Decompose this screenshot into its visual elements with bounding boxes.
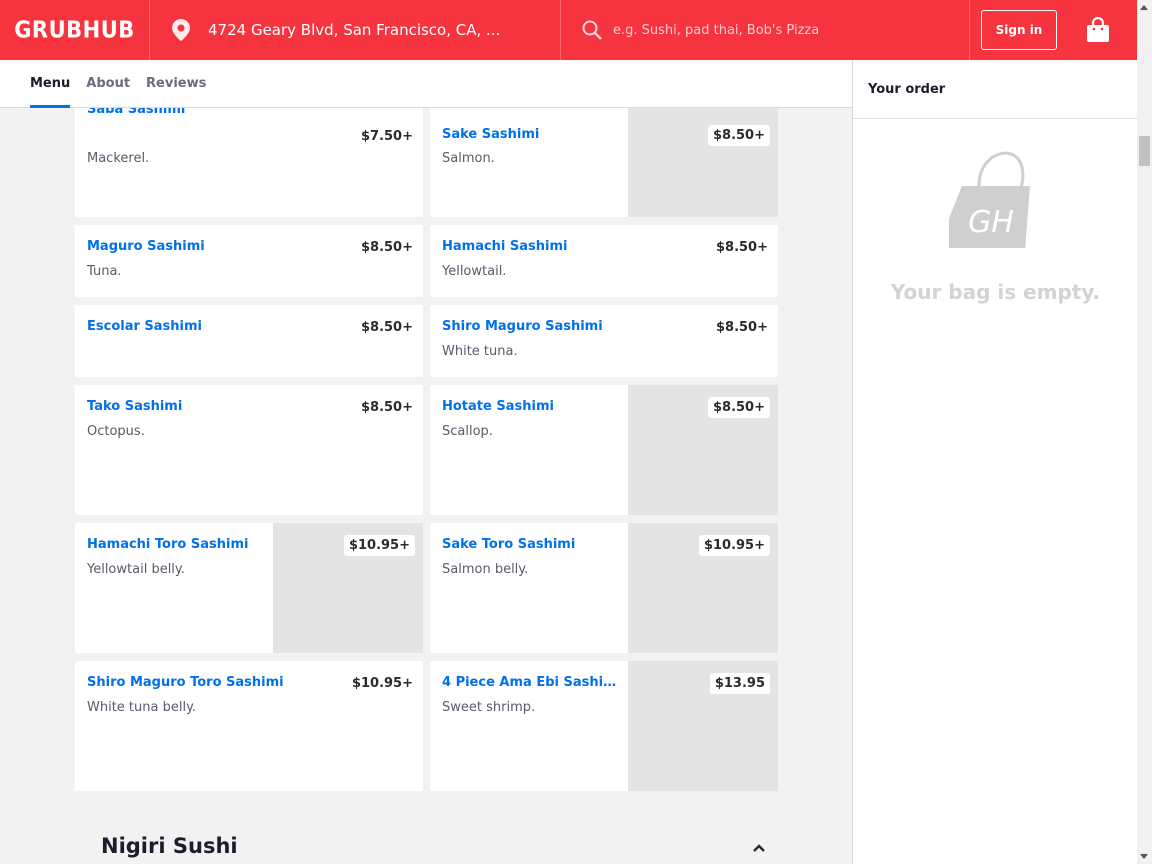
item-description: Salmon belly. bbox=[442, 562, 529, 577]
location-pin-icon bbox=[172, 19, 190, 41]
item-description: Salmon. bbox=[442, 151, 495, 166]
menu-item-card[interactable]: Hotate Sashimi Scallop. $8.50+ bbox=[430, 385, 778, 515]
item-description: Octopus. bbox=[87, 424, 145, 439]
item-price: $13.95 bbox=[709, 673, 770, 694]
address-text: 4724 Geary Blvd, San Francisco, CA, ... bbox=[208, 21, 501, 39]
item-description: White tuna belly. bbox=[87, 700, 197, 715]
item-price: $10.95+ bbox=[351, 676, 413, 691]
search-input[interactable] bbox=[613, 22, 953, 38]
empty-bag-icon: GH bbox=[949, 151, 1030, 248]
menu-item-card[interactable]: Sake Toro Sashimi Salmon belly. $10.95+ bbox=[430, 523, 778, 653]
menu-area: Menu About Reviews Saba Sashimi Mackerel… bbox=[0, 60, 852, 864]
item-description: Yellowtail. bbox=[442, 264, 507, 279]
item-name[interactable]: Hamachi Sashimi bbox=[442, 239, 568, 254]
item-description: Mackerel. bbox=[87, 151, 150, 166]
menu-item-card[interactable]: Tako Sashimi Octopus. $8.50+ bbox=[75, 385, 423, 515]
item-price: $7.50+ bbox=[360, 129, 413, 144]
sign-in-button[interactable]: Sign in bbox=[981, 10, 1057, 50]
menu-item-card[interactable]: Shiro Maguro Toro Sashimi White tuna bel… bbox=[75, 661, 423, 791]
grubhub-logo[interactable]: GRUBHUB bbox=[0, 0, 150, 60]
search-bar[interactable] bbox=[561, 0, 970, 60]
scroll-down-arrow[interactable] bbox=[1140, 854, 1148, 859]
menu-item-card[interactable]: Escolar Sashimi $8.50+ bbox=[75, 305, 423, 377]
chevron-up-icon[interactable] bbox=[752, 843, 766, 853]
top-header: GRUBHUB 4724 Geary Blvd, San Francisco, … bbox=[0, 0, 1137, 60]
item-name[interactable]: Hotate Sashimi bbox=[442, 399, 554, 414]
restaurant-tabs: Menu About Reviews bbox=[0, 60, 852, 108]
item-name[interactable]: Hamachi Toro Sashimi bbox=[87, 537, 248, 552]
item-price: $8.50+ bbox=[715, 240, 768, 255]
item-price: $8.50+ bbox=[707, 397, 770, 418]
item-description: White tuna. bbox=[442, 344, 518, 359]
empty-bag-message: Your bag is empty. bbox=[890, 280, 1101, 304]
menu-item-card[interactable]: 4 Piece Ama Ebi Sashi... Sweet shrimp. $… bbox=[430, 661, 778, 791]
section-title-nigiri[interactable]: Nigiri Sushi bbox=[101, 834, 238, 858]
item-name[interactable]: Escolar Sashimi bbox=[87, 319, 202, 334]
tab-reviews[interactable]: Reviews bbox=[146, 60, 206, 108]
item-name[interactable]: 4 Piece Ama Ebi Sashi... bbox=[442, 675, 617, 690]
item-price: $8.50+ bbox=[715, 320, 768, 335]
item-description: Sweet shrimp. bbox=[442, 700, 536, 715]
shopping-bag-icon[interactable] bbox=[1086, 17, 1110, 43]
svg-text:GH: GH bbox=[968, 205, 1014, 240]
tab-about[interactable]: About bbox=[86, 60, 130, 108]
item-price: $8.50+ bbox=[360, 240, 413, 255]
menu-item-card[interactable]: Hamachi Toro Sashimi Yellowtail belly. $… bbox=[75, 523, 423, 653]
order-title: Your order bbox=[853, 60, 1137, 119]
order-panel: Your order GH Your bag is empty. bbox=[852, 60, 1137, 864]
item-name[interactable]: Maguro Sashimi bbox=[87, 239, 205, 254]
item-price: $8.50+ bbox=[707, 125, 770, 146]
delivery-address[interactable]: 4724 Geary Blvd, San Francisco, CA, ... bbox=[150, 0, 561, 60]
item-name[interactable]: Tako Sashimi bbox=[87, 399, 182, 414]
item-price: $10.95+ bbox=[698, 535, 770, 556]
item-description: Scallop. bbox=[442, 424, 493, 439]
item-name[interactable]: Sake Toro Sashimi bbox=[442, 537, 575, 552]
menu-item-card[interactable]: Shiro Maguro Sashimi White tuna. $8.50+ bbox=[430, 305, 778, 377]
item-name[interactable]: Shiro Maguro Sashimi bbox=[442, 319, 603, 334]
item-price: $8.50+ bbox=[360, 400, 413, 415]
item-price: $8.50+ bbox=[360, 320, 413, 335]
scroll-thumb[interactable] bbox=[1139, 136, 1150, 166]
item-name[interactable]: Sake Sashimi bbox=[442, 127, 539, 142]
item-description: Tuna. bbox=[87, 264, 122, 279]
menu-item-card[interactable]: Maguro Sashimi Tuna. $8.50+ bbox=[75, 225, 423, 297]
item-name[interactable]: Shiro Maguro Toro Sashimi bbox=[87, 675, 284, 690]
menu-item-card[interactable]: Hamachi Sashimi Yellowtail. $8.50+ bbox=[430, 225, 778, 297]
search-icon bbox=[582, 20, 602, 40]
item-price: $10.95+ bbox=[343, 535, 415, 556]
item-description: Yellowtail belly. bbox=[87, 562, 185, 577]
page-scrollbar[interactable] bbox=[1137, 0, 1152, 864]
scroll-up-arrow[interactable] bbox=[1140, 5, 1148, 10]
tab-menu[interactable]: Menu bbox=[30, 60, 71, 108]
